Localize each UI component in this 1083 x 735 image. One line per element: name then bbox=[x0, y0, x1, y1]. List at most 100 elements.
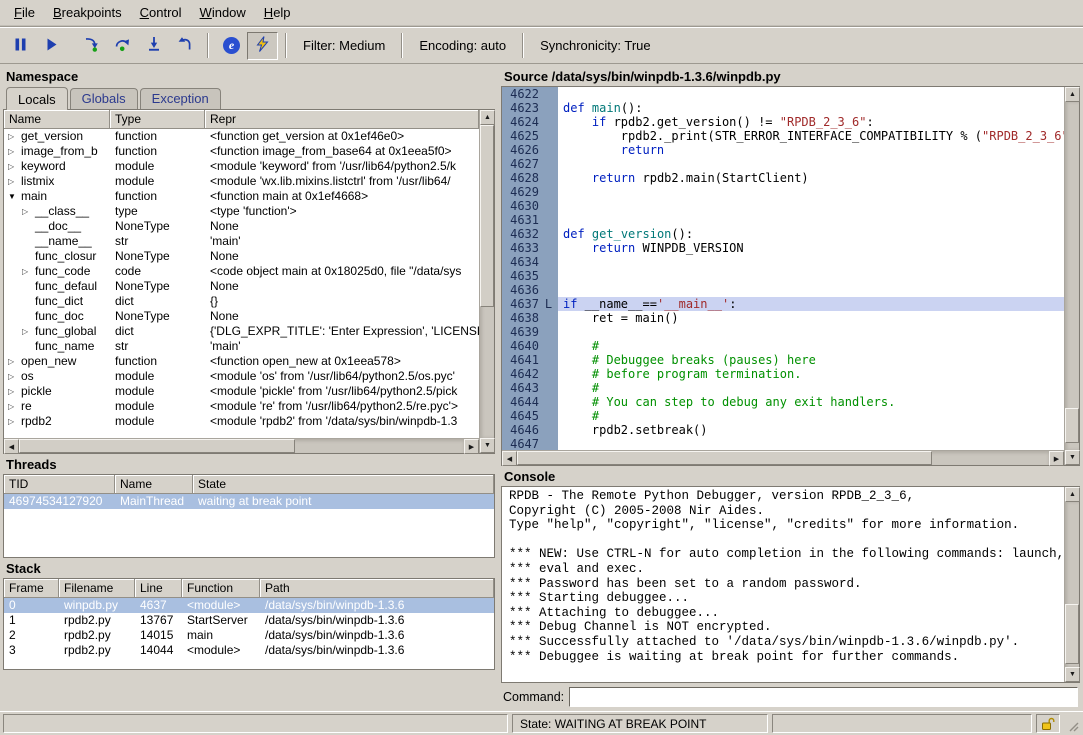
namespace-row-func_doc[interactable]: func_docNoneTypeNone bbox=[4, 309, 479, 324]
break-button[interactable] bbox=[5, 32, 36, 60]
source-line[interactable]: 4623def main(): bbox=[502, 101, 1064, 115]
namespace-row-os[interactable]: ▷osmodule<module 'os' from '/usr/lib64/p… bbox=[4, 369, 479, 384]
scroll-right-icon[interactable]: ▶ bbox=[464, 439, 479, 454]
namespace-row-pickle[interactable]: ▷picklemodule<module 'pickle' from '/usr… bbox=[4, 384, 479, 399]
column-header-name[interactable]: Name bbox=[115, 475, 193, 494]
expand-arrow-icon[interactable]: ▷ bbox=[8, 384, 21, 399]
namespace-row-func_code[interactable]: ▷func_codecode<code object main at 0x180… bbox=[4, 264, 479, 279]
source-line[interactable]: 4631 bbox=[502, 213, 1064, 227]
source-line[interactable]: 4627 bbox=[502, 157, 1064, 171]
namespace-row-func_name[interactable]: func_namestr'main' bbox=[4, 339, 479, 354]
expand-arrow-icon[interactable]: ▷ bbox=[8, 144, 21, 159]
scroll-up-icon[interactable]: ▲ bbox=[480, 110, 495, 125]
scrollbar-thumb[interactable] bbox=[1065, 408, 1079, 443]
column-header-tid[interactable]: TID bbox=[4, 475, 115, 494]
scrollbar-thumb[interactable] bbox=[517, 451, 932, 465]
namespace-row-func_global[interactable]: ▷func_globaldict{'DLG_EXPR_TITLE': 'Ente… bbox=[4, 324, 479, 339]
scroll-down-icon[interactable]: ▼ bbox=[1065, 667, 1080, 682]
namespace-row-func_defaul[interactable]: func_defaulNoneTypeNone bbox=[4, 279, 479, 294]
expand-arrow-icon[interactable]: ▷ bbox=[8, 399, 21, 414]
menu-file[interactable]: File bbox=[5, 0, 44, 26]
source-vertical-scrollbar[interactable]: ▲ ▼ bbox=[1064, 87, 1079, 465]
tab-globals[interactable]: Globals bbox=[70, 88, 138, 109]
scroll-left-icon[interactable]: ◀ bbox=[502, 451, 517, 466]
menu-help[interactable]: Help bbox=[255, 0, 300, 26]
column-header-path[interactable]: Path bbox=[260, 579, 494, 598]
step-over-button[interactable] bbox=[107, 32, 138, 60]
source-line[interactable]: 4639 bbox=[502, 325, 1064, 339]
column-header-function[interactable]: Function bbox=[182, 579, 260, 598]
column-header-type[interactable]: Type bbox=[110, 110, 205, 129]
namespace-row-__doc__[interactable]: __doc__NoneTypeNone bbox=[4, 219, 479, 234]
source-line[interactable]: 4628 return rpdb2.main(StartClient) bbox=[502, 171, 1064, 185]
column-header-filename[interactable]: Filename bbox=[59, 579, 135, 598]
namespace-row-func_dict[interactable]: func_dictdict{} bbox=[4, 294, 479, 309]
expand-arrow-icon[interactable]: ▷ bbox=[22, 204, 35, 219]
command-input[interactable] bbox=[569, 687, 1078, 707]
source-line[interactable]: 4644 # You can step to debug any exit ha… bbox=[502, 395, 1064, 409]
source-line[interactable]: 4645 # bbox=[502, 409, 1064, 423]
source-line[interactable]: 4635 bbox=[502, 269, 1064, 283]
menu-window[interactable]: Window bbox=[191, 0, 255, 26]
tab-exception[interactable]: Exception bbox=[140, 88, 221, 109]
source-line[interactable]: 4636 bbox=[502, 283, 1064, 297]
source-line[interactable]: 4622 bbox=[502, 87, 1064, 101]
expand-arrow-icon[interactable]: ▷ bbox=[8, 129, 21, 144]
namespace-row-main[interactable]: ▼mainfunction<function main at 0x1ef4668… bbox=[4, 189, 479, 204]
scroll-down-icon[interactable]: ▼ bbox=[480, 438, 495, 453]
menu-control[interactable]: Control bbox=[131, 0, 191, 26]
scroll-up-icon[interactable]: ▲ bbox=[1065, 487, 1080, 502]
scrollbar-thumb[interactable] bbox=[480, 125, 494, 307]
expand-arrow-icon[interactable]: ▷ bbox=[8, 369, 21, 384]
column-header-frame[interactable]: Frame bbox=[4, 579, 59, 598]
expand-arrow-icon[interactable]: ▷ bbox=[8, 159, 21, 174]
column-header-state[interactable]: State bbox=[193, 475, 494, 494]
expand-arrow-icon[interactable]: ▷ bbox=[22, 324, 35, 339]
thread-row[interactable]: 46974534127920MainThreadwaiting at break… bbox=[4, 494, 494, 509]
resize-grip[interactable] bbox=[1064, 714, 1080, 733]
source-line[interactable]: 4647 bbox=[502, 437, 1064, 450]
source-line[interactable]: 4641 # Debuggee breaks (pauses) here bbox=[502, 353, 1064, 367]
namespace-vertical-scrollbar[interactable]: ▲ ▼ bbox=[479, 110, 494, 453]
source-line[interactable]: 4629 bbox=[502, 185, 1064, 199]
step-out-button[interactable] bbox=[138, 32, 169, 60]
synchronicity-button[interactable] bbox=[247, 32, 278, 60]
namespace-row-rpdb2[interactable]: ▷rpdb2module<module 'rpdb2' from '/data/… bbox=[4, 414, 479, 429]
return-button[interactable] bbox=[169, 32, 200, 60]
scrollbar-thumb[interactable] bbox=[1065, 604, 1079, 663]
source-horizontal-scrollbar[interactable]: ◀ ▶ bbox=[502, 450, 1064, 465]
source-line[interactable]: 4625 rpdb2._print(STR_ERROR_INTERFACE_CO… bbox=[502, 129, 1064, 143]
menu-breakpoints[interactable]: Breakpoints bbox=[44, 0, 131, 26]
console-vertical-scrollbar[interactable]: ▲ ▼ bbox=[1064, 487, 1079, 682]
collapse-arrow-icon[interactable]: ▼ bbox=[8, 189, 21, 204]
source-line[interactable]: 4626 return bbox=[502, 143, 1064, 157]
namespace-row-open_new[interactable]: ▷open_newfunction<function open_new at 0… bbox=[4, 354, 479, 369]
namespace-row-keyword[interactable]: ▷keywordmodule<module 'keyword' from '/u… bbox=[4, 159, 479, 174]
scroll-down-icon[interactable]: ▼ bbox=[1065, 450, 1080, 465]
source-line[interactable]: 4640 # bbox=[502, 339, 1064, 353]
stack-frame-row-3[interactable]: 3rpdb2.py14044<module>/data/sys/bin/winp… bbox=[4, 643, 494, 658]
source-line[interactable]: 4630 bbox=[502, 199, 1064, 213]
column-header-line[interactable]: Line bbox=[135, 579, 182, 598]
scroll-left-icon[interactable]: ◀ bbox=[4, 439, 19, 454]
namespace-row-__class__[interactable]: ▷__class__type<type 'function'> bbox=[4, 204, 479, 219]
source-line[interactable]: 4638 ret = main() bbox=[502, 311, 1064, 325]
expand-arrow-icon[interactable]: ▷ bbox=[8, 354, 21, 369]
namespace-row-re[interactable]: ▷remodule<module 're' from '/usr/lib64/p… bbox=[4, 399, 479, 414]
source-line[interactable]: 4632def get_version(): bbox=[502, 227, 1064, 241]
source-line[interactable]: 4643 # bbox=[502, 381, 1064, 395]
go-button[interactable] bbox=[36, 32, 67, 60]
namespace-row-func_closur[interactable]: func_closurNoneTypeNone bbox=[4, 249, 479, 264]
namespace-horizontal-scrollbar[interactable]: ◀ ▶ bbox=[4, 438, 479, 453]
expand-arrow-icon[interactable]: ▷ bbox=[8, 174, 21, 189]
stack-frame-row-2[interactable]: 2rpdb2.py14015main/data/sys/bin/winpdb-1… bbox=[4, 628, 494, 643]
source-line[interactable]: 4642 # before program termination. bbox=[502, 367, 1064, 381]
namespace-row-image_from_b[interactable]: ▷image_from_bfunction<function image_fro… bbox=[4, 144, 479, 159]
scroll-up-icon[interactable]: ▲ bbox=[1065, 87, 1080, 102]
column-header-repr[interactable]: Repr bbox=[205, 110, 479, 129]
tab-locals[interactable]: Locals bbox=[6, 87, 68, 110]
scroll-right-icon[interactable]: ▶ bbox=[1049, 451, 1064, 466]
expand-arrow-icon[interactable]: ▷ bbox=[22, 264, 35, 279]
source-line[interactable]: 4624 if rpdb2.get_version() != "RPDB_2_3… bbox=[502, 115, 1064, 129]
source-line[interactable]: 4646 rpdb2.setbreak() bbox=[502, 423, 1064, 437]
